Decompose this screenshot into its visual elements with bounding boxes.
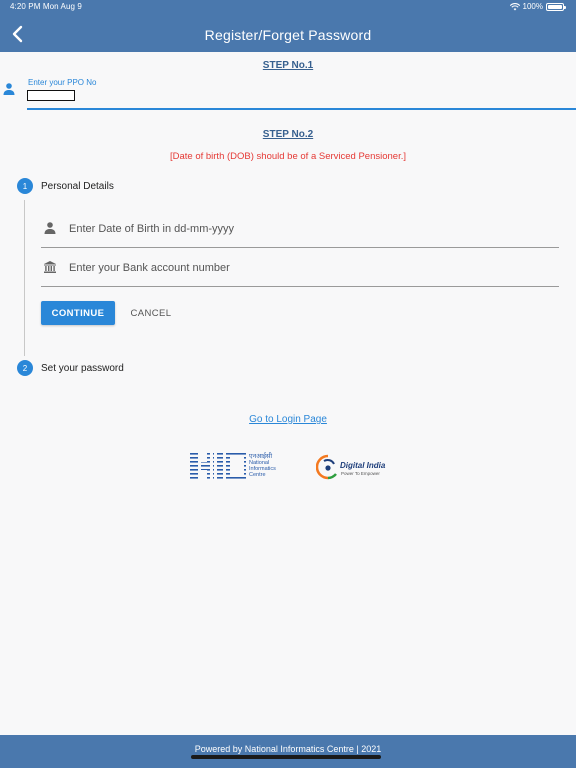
nic-wordmark: एनआईसी National Informatics Centre (249, 453, 276, 478)
dob-underline (41, 247, 559, 248)
bank-account-input[interactable] (69, 260, 559, 276)
ppo-underline (27, 108, 576, 110)
step-2-title[interactable]: Set your password (41, 363, 124, 374)
ppo-input[interactable] (27, 90, 75, 101)
step1-heading: STEP No.1 (262, 60, 314, 71)
status-time: 4:20 PM Mon Aug 9 (10, 2, 82, 11)
home-indicator[interactable] (191, 755, 381, 759)
cancel-button[interactable]: CANCEL (124, 301, 178, 325)
dob-input[interactable] (69, 221, 559, 237)
wifi-icon (509, 2, 520, 10)
step-1-title[interactable]: Personal Details (41, 181, 114, 192)
app-header: 4:20 PM Mon Aug 9 100% Register/Forget P… (0, 0, 576, 52)
step2-heading: STEP No.2 (262, 129, 314, 140)
nic-line-3: Centre (249, 472, 266, 478)
person-icon (3, 83, 15, 95)
page-title: Register/Forget Password (204, 27, 372, 43)
footer-text: Powered by National Informatics Centre |… (194, 744, 382, 754)
ppo-field-label: Enter your PPO No (28, 78, 97, 87)
digital-india-tagline: Power To Empower (341, 471, 380, 476)
person-icon (44, 222, 56, 234)
continue-button[interactable]: CONTINUE (41, 301, 115, 325)
go-to-login-link[interactable]: Go to Login Page (0, 414, 576, 425)
status-indicators: 100% (509, 2, 566, 11)
digital-india-title: Digital India (340, 461, 386, 470)
step-1-indicator[interactable]: 1 (17, 178, 33, 194)
stepper-connector (24, 200, 25, 356)
bank-icon (44, 261, 56, 273)
app-footer: Powered by National Informatics Centre |… (0, 735, 576, 768)
battery-icon (546, 2, 566, 11)
dob-warning: [Date of birth (DOB) should be of a Serv… (169, 151, 407, 162)
bank-account-underline (41, 286, 559, 287)
step-2-indicator[interactable]: 2 (17, 360, 33, 376)
nic-hindi-text: एनआईसी (249, 453, 273, 460)
battery-percent: 100% (522, 2, 543, 11)
